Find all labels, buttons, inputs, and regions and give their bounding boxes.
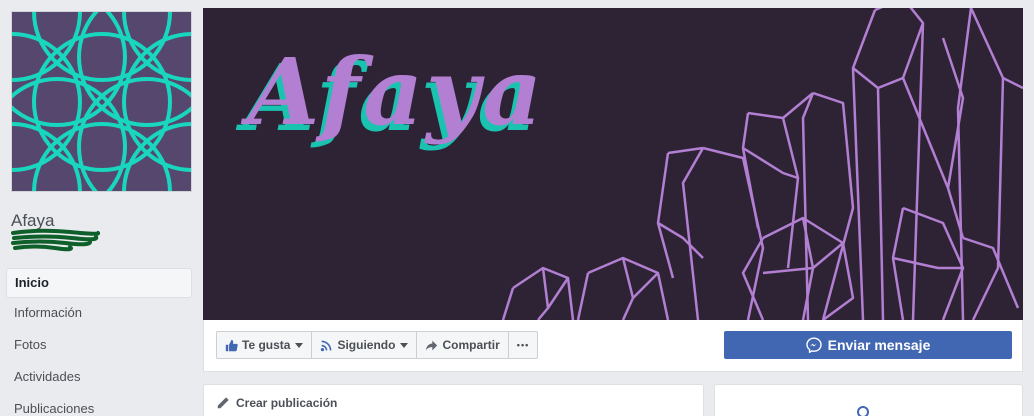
sidebar-nav: Inicio Información Fotos Actividades Pub… xyxy=(6,268,192,416)
flower-of-life-pattern xyxy=(12,12,191,191)
profile-picture[interactable] xyxy=(11,11,192,192)
sidebar-item-inicio[interactable]: Inicio xyxy=(6,268,192,298)
chevron-down-icon xyxy=(400,342,409,348)
send-message-label: Enviar mensaje xyxy=(827,337,931,353)
sidebar-item-publicaciones[interactable]: Publicaciones xyxy=(6,394,192,416)
sidebar-item-actividades[interactable]: Actividades xyxy=(6,362,192,394)
pencil-icon xyxy=(217,397,229,409)
more-icon: ••• xyxy=(516,340,530,350)
send-message-button[interactable]: Enviar mensaje xyxy=(724,331,1012,359)
sidebar-item-fotos[interactable]: Fotos xyxy=(6,330,192,362)
cover-photo[interactable]: Afaya xyxy=(203,8,1023,320)
like-button[interactable]: Te gusta xyxy=(217,332,313,358)
share-arrow-icon xyxy=(426,340,438,350)
cover-title: Afaya xyxy=(248,38,546,146)
rss-feed-icon xyxy=(321,340,332,351)
share-button[interactable]: Compartir xyxy=(417,332,509,358)
like-button-label: Te gusta xyxy=(242,338,291,352)
following-button-label: Siguiendo xyxy=(337,338,396,352)
sidebar-item-informacion[interactable]: Información xyxy=(6,298,192,330)
info-icon xyxy=(857,406,869,416)
about-card xyxy=(714,384,1023,416)
redaction-scribble xyxy=(11,228,101,252)
messenger-icon xyxy=(805,337,822,353)
following-button[interactable]: Siguiendo xyxy=(312,332,418,358)
page-actions-group: Te gusta Siguiendo Compartir ••• xyxy=(216,331,539,359)
page-action-bar: Te gusta Siguiendo Compartir ••• Enviar … xyxy=(203,320,1023,372)
thumbs-up-icon xyxy=(225,339,238,351)
create-post-card[interactable]: Crear publicación xyxy=(203,384,704,416)
chevron-down-icon xyxy=(295,342,304,348)
more-button[interactable]: ••• xyxy=(509,332,537,358)
share-button-label: Compartir xyxy=(442,338,500,352)
create-post-label: Crear publicación xyxy=(236,396,338,410)
